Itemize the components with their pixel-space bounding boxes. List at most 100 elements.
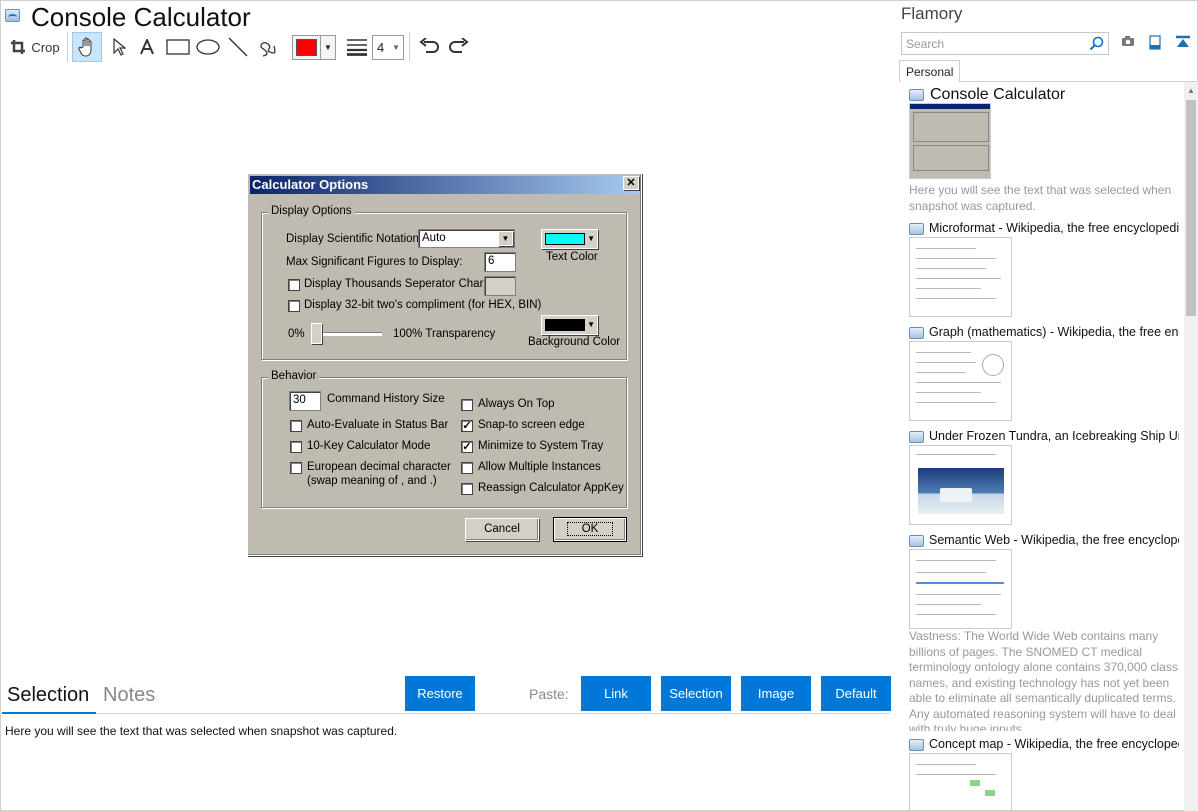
chevron-down-icon: ▼ — [587, 320, 595, 329]
select-tool-button[interactable] — [107, 32, 131, 62]
hand-tool-button[interactable] — [72, 32, 102, 62]
collapse-top-icon[interactable] — [1175, 35, 1191, 50]
separator-char-input[interactable] — [484, 276, 516, 296]
list-item-description: Vastness: The World Wide Web contains ma… — [909, 629, 1178, 731]
selection-text: Here you will see the text that was sele… — [5, 724, 398, 738]
sci-notation-select[interactable]: Auto ▼ — [418, 229, 515, 248]
ok-label: OK — [566, 522, 614, 536]
list-item-title[interactable]: Console Calculator — [930, 86, 1180, 104]
scrollbar-thumb[interactable] — [1186, 100, 1196, 316]
chevron-down-icon: ▼ — [587, 234, 595, 243]
line-tool-button[interactable] — [224, 32, 252, 62]
sci-notation-value: Auto — [422, 232, 446, 244]
ok-button[interactable]: OK — [553, 517, 627, 542]
hand-icon — [78, 37, 92, 57]
line-width-icon — [347, 39, 367, 56]
max-sig-figures-label: Max Significant Figures to Display: — [286, 256, 463, 268]
european-decimal-checkbox[interactable] — [290, 462, 302, 474]
system-tray-label: Minimize to System Tray — [478, 440, 604, 452]
snap-edge-checkbox[interactable]: ✓ — [461, 420, 473, 432]
reassign-appkey-label: Reassign Calculator AppKey — [478, 482, 624, 494]
tab-selection[interactable]: Selection — [7, 684, 89, 707]
tab-personal[interactable]: Personal — [899, 60, 960, 82]
thousands-separator-label: Display Thousands Seperator Char: — [304, 278, 487, 290]
reassign-appkey-checkbox[interactable] — [461, 483, 473, 495]
draw-color-picker[interactable]: ▼ — [292, 35, 336, 60]
transparency-min-label: 0% — [288, 328, 305, 340]
undo-button[interactable] — [415, 32, 443, 62]
system-tray-checkbox[interactable]: ✓ — [461, 441, 473, 453]
text-tool-button[interactable] — [135, 32, 159, 62]
line-width-select[interactable]: 4 ▼ — [372, 35, 404, 60]
crop-icon — [11, 40, 26, 54]
text-color-label: Text Color — [546, 251, 598, 263]
list-item-title[interactable]: Graph (mathematics) - Wikipedia, the fre… — [929, 325, 1179, 339]
list-item-title[interactable]: Semantic Web - Wikipedia, the free encyc… — [929, 533, 1179, 547]
snapshot-thumbnail[interactable] — [909, 341, 1012, 421]
snapshot-thumbnail[interactable] — [909, 753, 1012, 811]
ellipse-tool-button[interactable] — [194, 32, 222, 62]
european-decimal-sublabel: (swap meaning of , and .) — [307, 475, 437, 487]
always-on-top-label: Always On Top — [478, 398, 555, 410]
app-logo-icon — [5, 9, 20, 22]
line-icon — [228, 37, 248, 57]
ten-key-checkbox[interactable] — [290, 441, 302, 453]
max-sig-figures-input[interactable]: 6 — [484, 252, 516, 272]
thousands-separator-checkbox[interactable] — [288, 279, 300, 291]
page-icon — [909, 327, 924, 339]
restore-button[interactable]: Restore — [405, 676, 475, 711]
background-color-swatch — [545, 319, 585, 331]
snapshot-thumbnail[interactable] — [909, 237, 1012, 317]
ellipse-icon — [196, 39, 220, 55]
rectangle-tool-button[interactable] — [164, 32, 192, 62]
paste-link-button[interactable]: Link — [581, 676, 651, 711]
search-input[interactable]: Search — [901, 32, 1109, 55]
multiple-instances-checkbox[interactable] — [461, 462, 473, 474]
snapshot-thumbnail[interactable] — [909, 549, 1012, 629]
paste-image-button[interactable]: Image — [741, 676, 811, 711]
dialog-close-button[interactable]: ✕ — [623, 176, 639, 190]
snapshot-thumbnail[interactable] — [909, 445, 1012, 525]
freehand-tool-button[interactable] — [254, 32, 282, 62]
list-item-title[interactable]: Under Frozen Tundra, an Icebreaking Ship… — [929, 429, 1179, 443]
twos-compliment-checkbox[interactable] — [288, 300, 300, 312]
draw-color-swatch — [296, 39, 317, 56]
page-icon — [909, 431, 924, 443]
scroll-up-icon[interactable]: ▲ — [1187, 86, 1195, 95]
redo-button[interactable] — [445, 32, 473, 62]
active-tab-indicator — [2, 712, 96, 714]
transparency-slider[interactable] — [312, 332, 382, 336]
dialog-title: Calculator Options — [250, 176, 639, 194]
list-item-title[interactable]: Microformat - Wikipedia, the free encycl… — [929, 221, 1179, 235]
page-icon — [909, 739, 924, 751]
rectangle-icon — [166, 39, 190, 55]
history-size-input[interactable]: 30 — [289, 391, 321, 411]
cancel-button[interactable]: Cancel — [465, 518, 539, 541]
crop-label: Crop — [31, 39, 60, 55]
transparency-slider-thumb[interactable] — [311, 323, 322, 344]
toolbar-divider — [67, 32, 68, 62]
tab-divider — [96, 713, 890, 714]
always-on-top-checkbox[interactable] — [461, 399, 473, 411]
crop-button[interactable]: Crop — [6, 32, 64, 62]
calculator-options-dialog: Calculator Options ✕ Display Options Dis… — [247, 173, 642, 556]
tab-notes[interactable]: Notes — [103, 684, 155, 707]
european-decimal-label: European decimal character — [307, 461, 451, 473]
sidebar-scrollbar[interactable]: ▲ — [1184, 82, 1198, 811]
list-item-title[interactable]: Concept map - Wikipedia, the free encycl… — [929, 737, 1179, 751]
page-icon — [909, 223, 924, 235]
auto-evaluate-checkbox[interactable] — [290, 420, 302, 432]
snapshot-thumbnail[interactable] — [909, 103, 991, 179]
line-width-value: 4 — [377, 40, 385, 55]
background-color-picker[interactable]: ▼ — [541, 315, 598, 335]
behavior-label: Behavior — [268, 370, 320, 382]
line-width-button[interactable] — [343, 32, 371, 62]
text-icon — [140, 39, 154, 55]
document-icon[interactable] — [1149, 35, 1161, 50]
text-color-picker[interactable]: ▼ — [541, 229, 598, 249]
chevron-down-icon: ▼ — [320, 36, 335, 59]
paste-selection-button[interactable]: Selection — [661, 676, 731, 711]
search-icon[interactable] — [1089, 36, 1104, 51]
paste-default-button[interactable]: Default — [821, 676, 891, 711]
camera-icon[interactable] — [1121, 35, 1135, 47]
